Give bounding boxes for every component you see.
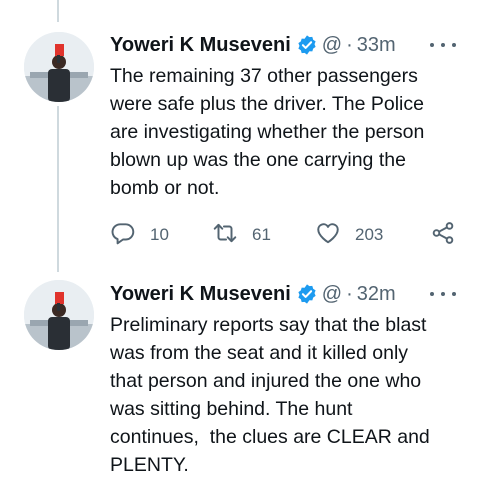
author-name[interactable]: Yoweri K Museveni	[110, 34, 291, 57]
timestamp[interactable]: 32m	[357, 283, 396, 306]
tweet-actions: 10 61 203	[110, 219, 460, 251]
retweet-icon	[212, 220, 238, 251]
share-icon	[430, 220, 456, 251]
more-icon[interactable]	[430, 280, 456, 308]
like-icon	[315, 220, 341, 251]
reply-button[interactable]: 10	[110, 219, 169, 251]
timestamp[interactable]: 33m	[357, 34, 396, 57]
verified-badge-icon	[296, 283, 318, 305]
avatar[interactable]	[24, 32, 94, 102]
author-name[interactable]: Yoweri K Museveni	[110, 283, 291, 306]
tweet[interactable]: Yoweri K Museveni @ · 33m The remaining …	[0, 0, 480, 270]
verified-badge-icon	[296, 34, 318, 56]
separator: ·	[346, 33, 353, 56]
like-button[interactable]: 203	[315, 219, 383, 251]
share-button[interactable]	[430, 219, 456, 251]
author-handle[interactable]: @	[322, 283, 342, 306]
like-count: 203	[355, 225, 384, 244]
retweet-button[interactable]: 61	[212, 219, 271, 251]
retweet-count: 61	[252, 225, 271, 244]
reply-count: 10	[150, 225, 169, 244]
tweet-text: Preliminary reports say that the blast w…	[110, 314, 430, 476]
reply-icon	[110, 220, 136, 251]
avatar[interactable]	[24, 280, 94, 350]
separator: ·	[346, 282, 353, 305]
author-handle[interactable]: @	[322, 34, 342, 57]
tweet-text: The remaining 37 other passengers were s…	[110, 65, 425, 199]
tweet[interactable]: Yoweri K Museveni @ · 32m Preliminary re…	[0, 272, 480, 489]
tweet-header: Yoweri K Museveni @ · 32m	[110, 280, 396, 308]
tweet-header: Yoweri K Museveni @ · 33m	[110, 31, 396, 59]
more-icon[interactable]	[430, 31, 456, 59]
